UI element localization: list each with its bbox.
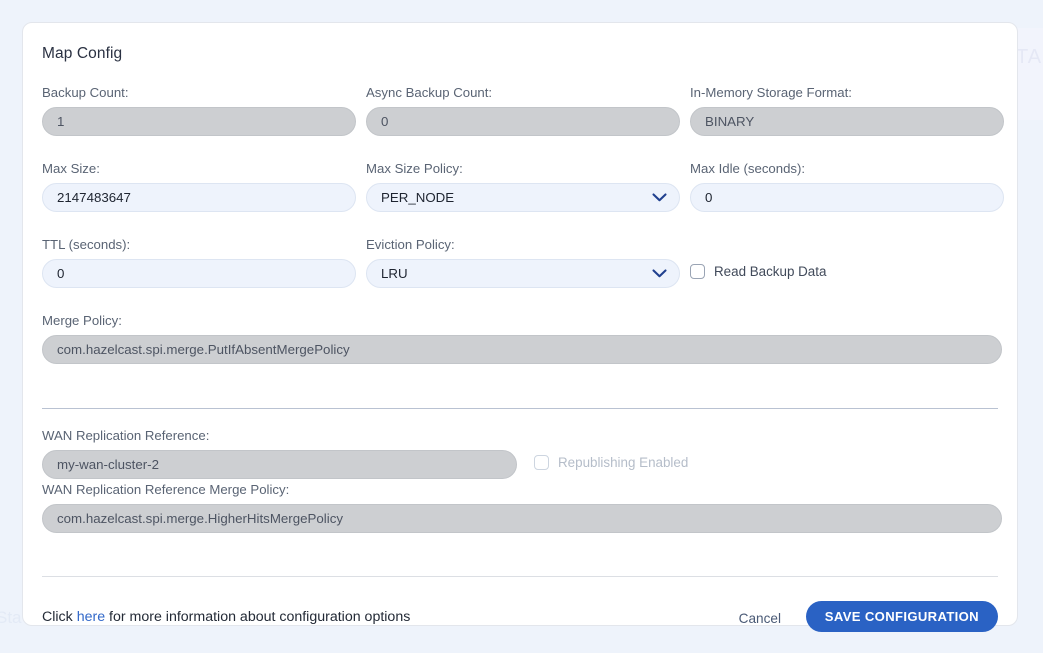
wan-merge-policy-input: com.hazelcast.spi.merge.HigherHitsMergeP… — [42, 504, 1002, 533]
card-footer: Click here for more information about co… — [42, 601, 998, 637]
field-in-memory-format: In-Memory Storage Format: BINARY — [690, 85, 1004, 136]
checkbox-label: Read Backup Data — [714, 264, 826, 279]
field-eviction-policy: Eviction Policy: LRU — [366, 237, 680, 288]
field-label: TTL (seconds): — [42, 237, 356, 252]
map-config-card: Map Config Backup Count: 1 Async Backup … — [22, 22, 1018, 626]
page-title: Map Config — [42, 45, 122, 63]
field-wan-merge-policy: WAN Replication Reference Merge Policy: … — [42, 482, 1002, 533]
republishing-enabled-checkbox: Republishing Enabled — [534, 455, 688, 470]
read-backup-data-checkbox[interactable]: Read Backup Data — [690, 264, 1004, 279]
merge-policy-input: com.hazelcast.spi.merge.PutIfAbsentMerge… — [42, 335, 1002, 364]
max-size-policy-value: PER_NODE — [381, 190, 454, 205]
checkbox-box[interactable] — [690, 264, 705, 279]
ttl-input[interactable]: 0 — [42, 259, 356, 288]
chevron-down-icon — [652, 269, 667, 278]
field-max-size: Max Size: 2147483647 — [42, 161, 356, 212]
cancel-button[interactable]: Cancel — [733, 607, 787, 630]
field-backup-count: Backup Count: 1 — [42, 85, 356, 136]
background-label-right: TA — [1016, 46, 1042, 69]
footer-info-text: Click here for more information about co… — [42, 609, 410, 625]
max-size-policy-select[interactable]: PER_NODE — [366, 183, 680, 212]
field-label: Max Size: — [42, 161, 356, 176]
field-wan-replication-reference: WAN Replication Reference: my-wan-cluste… — [42, 428, 517, 479]
backup-count-input: 1 — [42, 107, 356, 136]
field-label: Async Backup Count: — [366, 85, 680, 100]
checkbox-label: Republishing Enabled — [558, 455, 688, 470]
max-idle-input[interactable]: 0 — [690, 183, 1004, 212]
save-configuration-button[interactable]: SAVE CONFIGURATION — [806, 601, 998, 632]
field-ttl: TTL (seconds): 0 — [42, 237, 356, 288]
footer-note-suffix: for more information about configuration… — [105, 609, 410, 625]
more-information-link[interactable]: here — [77, 609, 105, 625]
field-label: Backup Count: — [42, 85, 356, 100]
field-label: Merge Policy: — [42, 313, 1002, 328]
field-read-backup-data: Read Backup Data — [690, 264, 1004, 279]
field-republishing-enabled: Republishing Enabled — [534, 455, 688, 470]
section-divider-bottom — [42, 576, 998, 577]
field-merge-policy: Merge Policy: com.hazelcast.spi.merge.Pu… — [42, 313, 1002, 364]
field-label: Eviction Policy: — [366, 237, 680, 252]
field-label: WAN Replication Reference: — [42, 428, 517, 443]
field-async-backup-count: Async Backup Count: 0 — [366, 85, 680, 136]
wan-replication-reference-input: my-wan-cluster-2 — [42, 450, 517, 479]
background-label-bottom: Sta — [0, 608, 22, 628]
async-backup-count-input: 0 — [366, 107, 680, 136]
field-max-size-policy: Max Size Policy: PER_NODE — [366, 161, 680, 212]
field-label: Max Idle (seconds): — [690, 161, 1004, 176]
field-label: WAN Replication Reference Merge Policy: — [42, 482, 1002, 497]
section-divider-top — [42, 408, 998, 409]
checkbox-box — [534, 455, 549, 470]
field-label: In-Memory Storage Format: — [690, 85, 1004, 100]
in-memory-format-input: BINARY — [690, 107, 1004, 136]
field-max-idle: Max Idle (seconds): 0 — [690, 161, 1004, 212]
footer-note-prefix: Click — [42, 609, 77, 625]
field-label: Max Size Policy: — [366, 161, 680, 176]
max-size-input[interactable]: 2147483647 — [42, 183, 356, 212]
eviction-policy-select[interactable]: LRU — [366, 259, 680, 288]
eviction-policy-value: LRU — [381, 266, 408, 281]
chevron-down-icon — [652, 193, 667, 202]
